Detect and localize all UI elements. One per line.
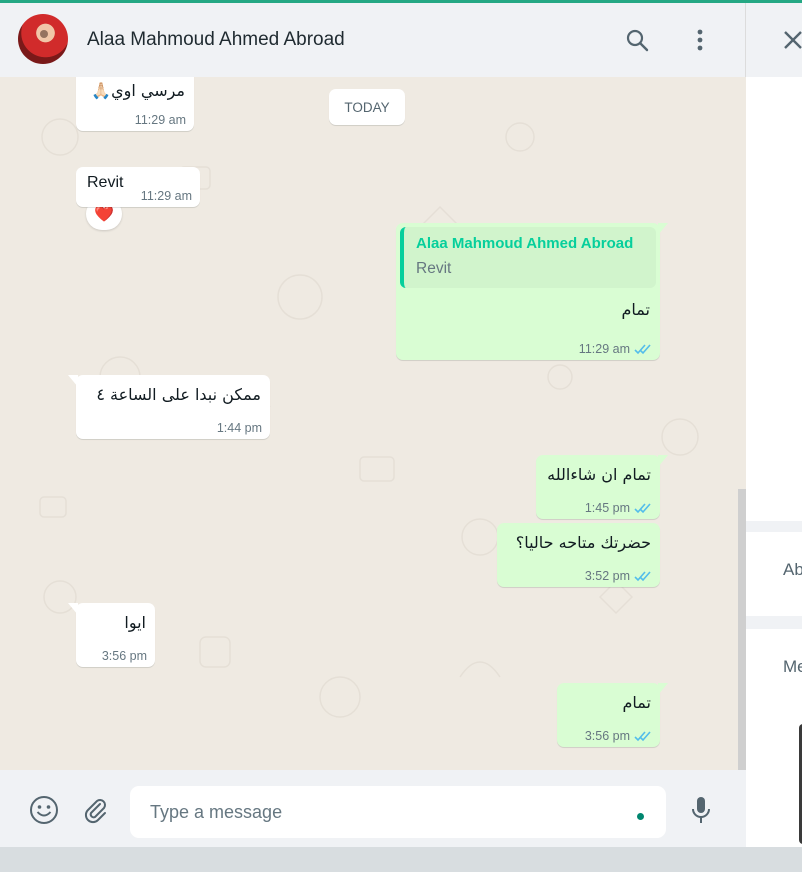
message-text: حضرتك متاحه حاليا؟ xyxy=(515,533,651,552)
contact-name[interactable]: Alaa Mahmoud Ahmed Abroad xyxy=(87,29,345,51)
message-time: 3:56 pm xyxy=(101,649,147,663)
info-profile-card xyxy=(746,77,802,559)
composer-bar xyxy=(0,770,746,850)
read-ticks-icon xyxy=(634,730,651,741)
menu-dots-icon[interactable] xyxy=(687,27,713,53)
quoted-text: Revit xyxy=(416,260,452,277)
message-time: 11:29 am xyxy=(579,342,652,356)
message-bubble-in[interactable]: Revit 11:29 am xyxy=(76,167,200,207)
message-text: ممكن نبدا على الساعة ٤ xyxy=(96,385,261,404)
message-time: 3:52 pm xyxy=(585,569,652,583)
emoji-icon[interactable] xyxy=(29,795,59,825)
message-text: ايوا xyxy=(124,613,146,632)
message-list[interactable]: مرسي اوي🙏🏻 11:29 am ❤️ TODAY Revit 11:29… xyxy=(0,77,746,770)
message-time: 1:45 pm xyxy=(585,501,652,515)
message-time: 1:44 pm xyxy=(216,421,262,435)
read-ticks-icon xyxy=(634,502,651,513)
message-bubble-in[interactable]: مرسي اوي🙏🏻 11:29 am xyxy=(76,77,194,131)
message-bubble-in[interactable]: ممكن نبدا على الساعة ٤ 1:44 pm xyxy=(68,375,270,439)
message-bubble-out[interactable]: حضرتك متاحه حاليا؟ 3:52 pm xyxy=(497,523,660,587)
chat-panel: Alaa Mahmoud Ahmed Abroad مرسي اوي🙏🏻 11:… xyxy=(0,3,746,850)
message-bubble-in[interactable]: ايوا 3:56 pm xyxy=(68,603,155,667)
chat-scrollbar[interactable] xyxy=(738,489,746,771)
input-status-dot xyxy=(637,813,644,820)
window-bottom-strip xyxy=(0,847,802,872)
message-bubble-out[interactable]: Alaa Mahmoud Ahmed Abroad Revit تمام 11:… xyxy=(396,223,668,360)
attach-icon[interactable] xyxy=(80,795,110,825)
message-input[interactable] xyxy=(130,786,666,838)
message-text: تمام ان شاءالله xyxy=(547,465,651,484)
read-ticks-icon xyxy=(634,570,651,581)
close-icon[interactable] xyxy=(782,29,802,51)
info-header xyxy=(746,3,802,77)
about-label: Ab xyxy=(783,560,802,579)
media-section[interactable]: Me xyxy=(746,629,802,847)
message-text: تمام xyxy=(621,300,650,319)
message-text: تمام xyxy=(622,693,651,712)
message-time: 11:29 am xyxy=(134,113,186,127)
read-ticks-icon xyxy=(634,343,651,354)
media-label: Me xyxy=(783,657,802,676)
contact-info-panel: Ab Me xyxy=(746,3,802,847)
search-icon[interactable] xyxy=(624,27,650,53)
message-bubble-out[interactable]: تمام ان شاءالله 1:45 pm xyxy=(536,455,668,519)
date-separator: TODAY xyxy=(329,89,405,125)
chat-header[interactable]: Alaa Mahmoud Ahmed Abroad xyxy=(0,3,746,77)
microphone-icon[interactable] xyxy=(686,795,716,825)
about-section: Ab xyxy=(746,532,802,616)
avatar[interactable] xyxy=(18,14,68,64)
quoted-message[interactable]: Alaa Mahmoud Ahmed Abroad Revit xyxy=(400,227,656,288)
message-text: مرسي اوي🙏🏻 xyxy=(91,81,185,100)
message-bubble-out[interactable]: تمام 3:56 pm xyxy=(557,683,668,747)
message-time: 11:29 am xyxy=(140,189,192,203)
message-time: 3:56 pm xyxy=(585,729,652,743)
quoted-author: Alaa Mahmoud Ahmed Abroad xyxy=(416,235,634,252)
